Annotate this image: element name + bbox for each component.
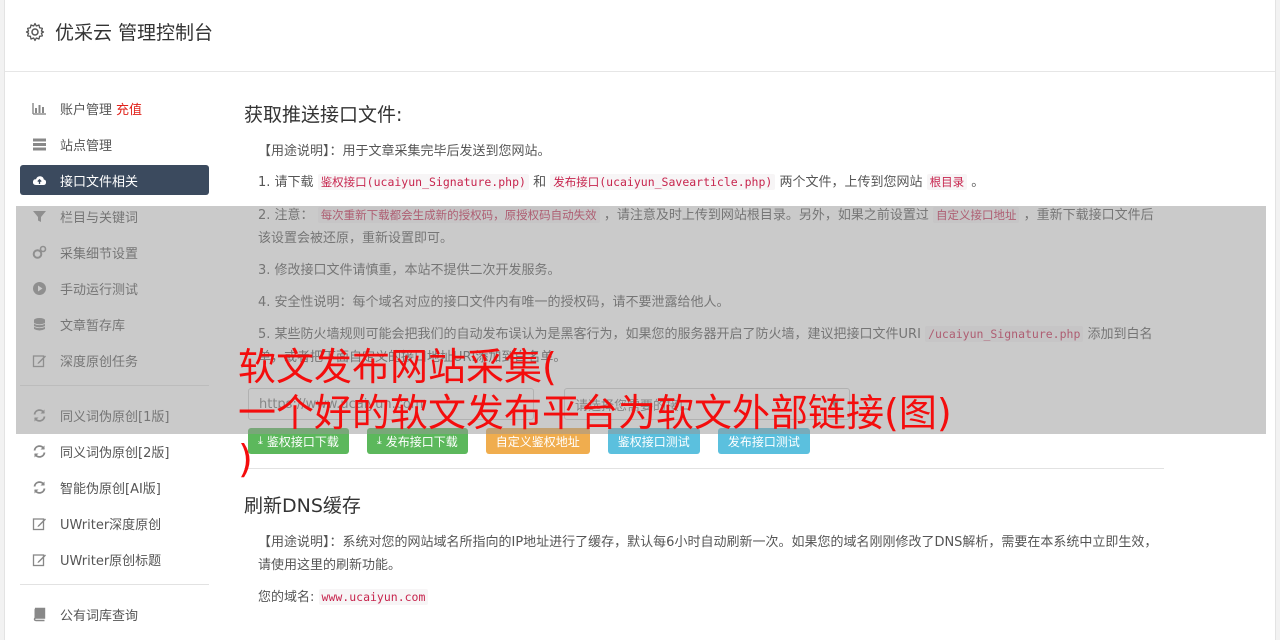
sidebar-item-label: 智能伪原创[AI版]: [60, 481, 161, 497]
signature-interface-code: 鉴权接口(ucaiyun_Signature.php): [317, 174, 529, 190]
sidebar-item-uwriter-title[interactable]: UWriter原创标题: [20, 544, 209, 574]
sidebar-item-label: UWriter原创标题: [60, 553, 162, 569]
sidebar-item-public-lexicon[interactable]: 公有词库查询: [20, 599, 209, 629]
gear-icon: [25, 22, 45, 42]
refresh-icon: [33, 444, 46, 458]
sidebar-divider: [20, 584, 209, 585]
step-1: 1. 请下载 鉴权接口(ucaiyun_Signature.php) 和 发布接…: [244, 171, 1164, 194]
sidebar-item-label: 接口文件相关: [60, 174, 139, 190]
sidebar-item-sites[interactable]: 站点管理: [20, 129, 209, 159]
publish-interface-code: 发布接口(ucaiyun_Savearticle.php): [550, 174, 776, 190]
app-title: 优采云 管理控制台: [55, 22, 214, 44]
sidebar-item-label: 同义词伪原创[2版]: [60, 445, 170, 461]
root-dir-code: 根目录: [926, 174, 968, 190]
domain-value: www.ucaiyun.com: [318, 589, 429, 605]
sidebar-item-ai-rewrite[interactable]: 智能伪原创[AI版]: [20, 472, 209, 502]
section-title-interface-files: 获取推送接口文件:: [244, 104, 403, 126]
domain-label: 您的域名:: [258, 590, 315, 605]
sidebar-item-uwriter-deep[interactable]: UWriter深度原创: [20, 508, 209, 538]
edit-icon: [32, 517, 46, 530]
dns-usage-text: 【用途说明】：系统对您的网站域名所指向的IP地址进行了缓存，默认每6小时自动刷新…: [258, 535, 1158, 573]
step-text: 和: [533, 175, 547, 190]
sidebar-item-account[interactable]: 账户管理 充值: [20, 93, 209, 123]
section-title-dns: 刷新DNS缓存: [244, 495, 361, 517]
banner-line: ): [238, 437, 253, 481]
sidebar-item-interface-files[interactable]: 接口文件相关: [20, 165, 209, 195]
usage-text: 【用途说明】：用于文章采集完毕后发送到您网站。: [258, 144, 551, 159]
edit-icon: [32, 553, 46, 566]
recharge-link[interactable]: 充值: [116, 99, 142, 118]
sidebar-item-label: UWriter深度原创: [60, 517, 162, 533]
bar-chart-icon: [32, 102, 46, 115]
refresh-icon: [33, 480, 46, 494]
sidebar-item-label: 公有词库查询: [60, 608, 139, 624]
server-icon: [33, 138, 46, 150]
cloud-upload-icon: [32, 175, 47, 185]
sidebar-item-label: 账户管理: [60, 102, 113, 118]
banner-line: 软文发布网站采集(: [238, 345, 557, 389]
book-icon: [33, 607, 46, 621]
domain-row: 您的域名: www.ucaiyun.com: [244, 586, 1164, 609]
banner-line: 一个好的软文发布平台为软文外部链接(图): [238, 391, 952, 435]
sidebar-item-synonym-v2[interactable]: 同义词伪原创[2版]: [20, 436, 209, 466]
app-header: 优采云 管理控制台: [5, 0, 1275, 72]
step-text: 两个文件，上传到您网站: [779, 175, 923, 190]
step-text: 1. 请下载: [258, 175, 314, 190]
watermark-banner: 软文发布网站采集( 一个好的软文发布平台为软文外部链接(图) ): [238, 344, 1068, 482]
sidebar-item-label: 站点管理: [60, 138, 113, 154]
step-text: 。: [971, 175, 985, 190]
